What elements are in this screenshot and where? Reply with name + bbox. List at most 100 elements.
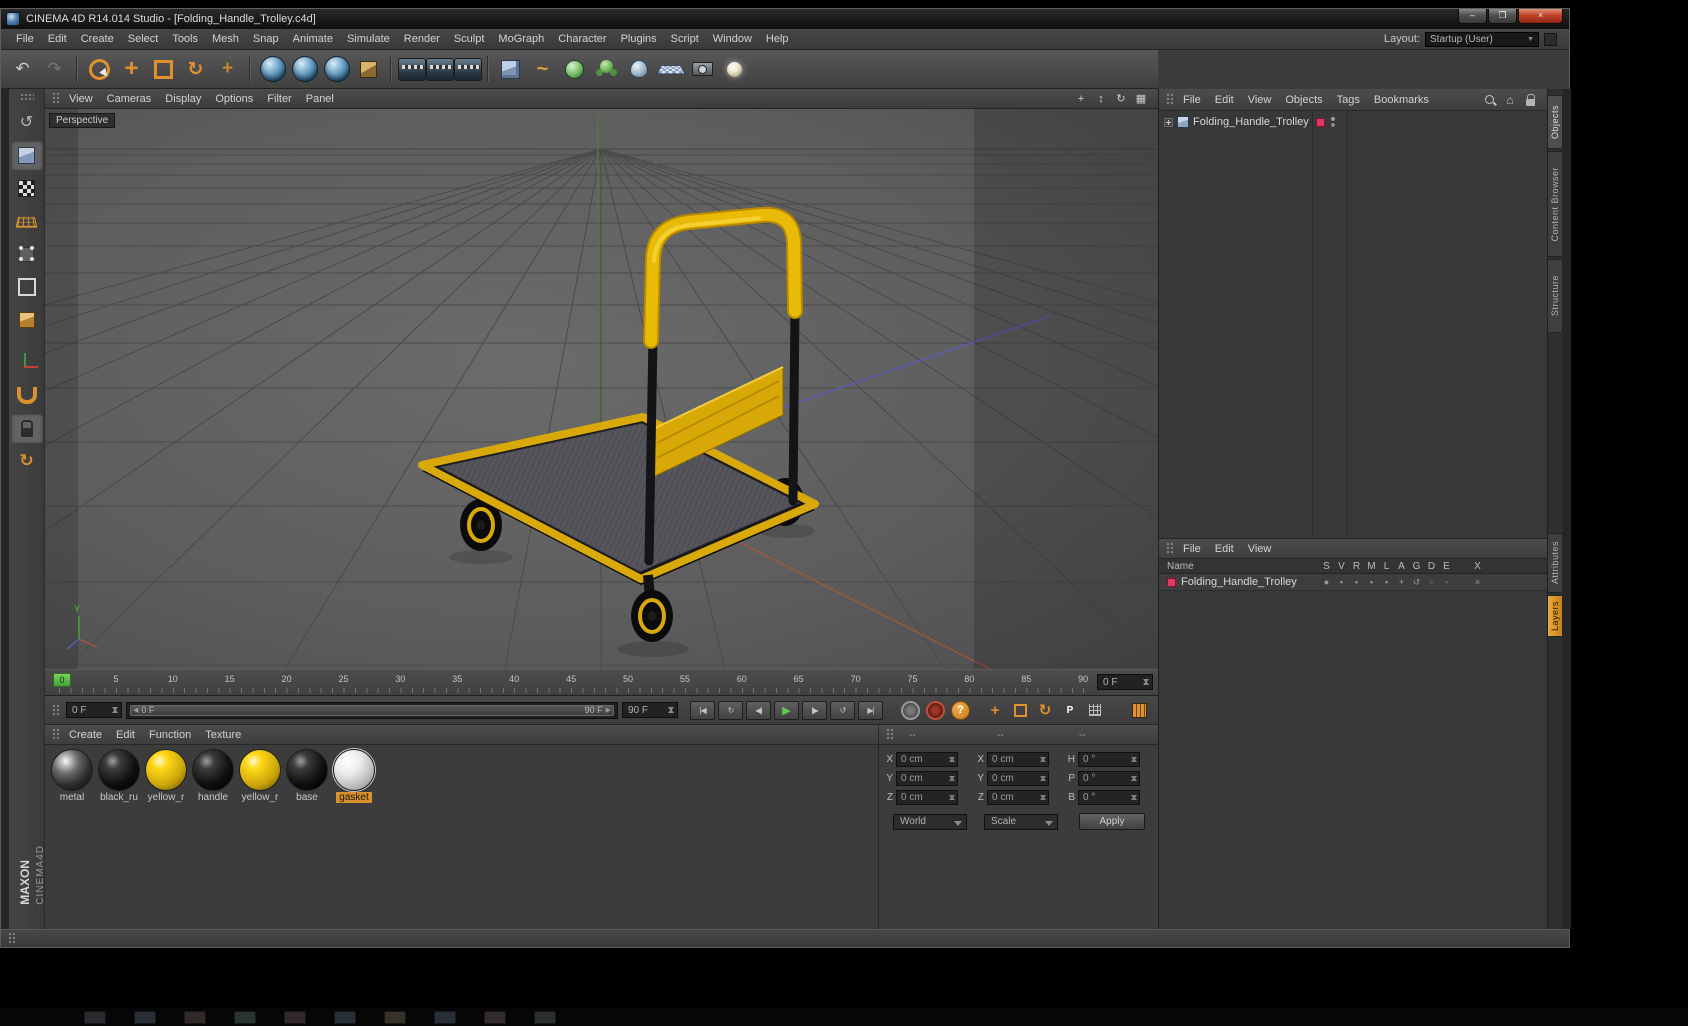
material-preview[interactable]	[145, 749, 187, 791]
viewport-menu-item[interactable]: Panel	[299, 93, 341, 105]
material-preview[interactable]	[333, 749, 375, 791]
layer-xref-icon[interactable]: ×	[1470, 577, 1485, 587]
play-button[interactable]: ▶	[774, 700, 799, 720]
timeline-ruler[interactable]: 0 051015202530354045505560657075808590 0…	[45, 669, 1158, 696]
layer-row[interactable]: Folding_Handle_Trolley ● ▪ ▪ ▪ ▪ + ↺ ◦ ◦ ×	[1159, 574, 1547, 591]
layer-manager-grip[interactable]	[1166, 542, 1173, 555]
viewport-menu-item[interactable]: Filter	[260, 93, 298, 105]
viewport-menu-item[interactable]: Options	[208, 93, 260, 105]
last-tool-icon[interactable]: +	[212, 54, 243, 85]
redo-icon[interactable]: ↷	[39, 54, 70, 85]
viewport-menu-item[interactable]: Display	[158, 93, 208, 105]
material-item[interactable]: base	[284, 749, 330, 803]
viewport-canvas[interactable]: Y	[45, 109, 1158, 669]
workplane-mode-icon[interactable]	[11, 206, 43, 236]
live-selection-icon[interactable]	[84, 54, 115, 85]
pan-view-icon[interactable]: +	[1072, 91, 1090, 107]
layer-dots-icon[interactable]	[1331, 117, 1335, 121]
search-icon[interactable]	[1483, 93, 1497, 107]
goto-start-button[interactable]: |◀	[690, 700, 715, 720]
object-manager-menu-item[interactable]: Objects	[1278, 94, 1329, 106]
menu-item[interactable]: Edit	[41, 33, 74, 45]
lock-icon[interactable]	[1523, 93, 1537, 107]
rotate-tool-icon[interactable]: ↻	[180, 54, 211, 85]
material-tag-icon[interactable]	[1316, 118, 1325, 127]
taskbar-icon[interactable]	[284, 1011, 306, 1024]
object-manager-menu-item[interactable]: View	[1241, 94, 1279, 106]
subdivision-surface-icon[interactable]	[559, 54, 590, 85]
material-preview[interactable]	[51, 749, 93, 791]
render-view-icon[interactable]	[397, 57, 426, 81]
snap-magnet-icon[interactable]	[11, 380, 43, 410]
layer-lock-icon[interactable]: ▪	[1379, 577, 1394, 587]
layer-manager-menu-item[interactable]: File	[1176, 543, 1208, 555]
menu-item[interactable]: Script	[664, 33, 706, 45]
taskbar-icon[interactable]	[84, 1011, 106, 1024]
viewport-grip[interactable]	[52, 92, 59, 105]
menu-item[interactable]: Render	[397, 33, 447, 45]
playhead[interactable]: 0	[53, 673, 71, 687]
taskbar-icon[interactable]	[534, 1011, 556, 1024]
materials-menu-item[interactable]: Create	[62, 729, 109, 741]
coordinate-space-select[interactable]: World	[893, 813, 967, 830]
viewport[interactable]: Perspective Y	[45, 109, 1158, 669]
apply-button[interactable]: Apply	[1079, 813, 1145, 830]
size-mode-select[interactable]: Scale	[984, 813, 1058, 830]
object-manager-menu-item[interactable]: Bookmarks	[1367, 94, 1436, 106]
zoom-view-icon[interactable]: ↕	[1092, 91, 1110, 107]
add-cube-icon[interactable]	[495, 54, 526, 85]
layer-color-chip[interactable]	[1167, 577, 1176, 587]
record-rotation-icon[interactable]: ↻	[1034, 700, 1056, 720]
layout-panel-icon[interactable]	[1544, 32, 1557, 46]
light-icon[interactable]	[719, 54, 750, 85]
taskbar-icon[interactable]	[334, 1011, 356, 1024]
object-manager-grip[interactable]	[1166, 93, 1173, 106]
taskbar-icon[interactable]	[134, 1011, 156, 1024]
preview-range-slider[interactable]: ◀ 0 F 90 F ▶	[126, 701, 618, 719]
viewport-menu-item[interactable]: View	[62, 93, 100, 105]
coordinates-grip[interactable]	[886, 728, 893, 741]
home-icon[interactable]: ⌂	[1503, 93, 1517, 107]
materials-menu-item[interactable]: Edit	[109, 729, 142, 741]
size-x-field[interactable]: 0 cm	[987, 752, 1049, 767]
layer-render-icon[interactable]: ▪	[1349, 577, 1364, 587]
cloner-icon[interactable]	[591, 54, 622, 85]
layer-solo-icon[interactable]: ●	[1319, 577, 1334, 587]
range-start-handle[interactable]: ◀ 0 F	[133, 705, 154, 715]
expand-icon[interactable]	[1164, 117, 1173, 127]
material-item[interactable]: yellow_r	[143, 749, 189, 803]
lock-x-axis-icon[interactable]: X	[257, 54, 288, 85]
object-manager-list[interactable]: Folding_Handle_Trolley	[1159, 111, 1547, 538]
layer-expressions-icon[interactable]: ◦	[1439, 577, 1454, 587]
axis-mode-icon[interactable]	[11, 347, 43, 377]
record-position-icon[interactable]: +	[984, 700, 1006, 720]
material-item[interactable]: black_ru	[96, 749, 142, 803]
taskbar-icon[interactable]	[484, 1011, 506, 1024]
taskbar-icon[interactable]	[434, 1011, 456, 1024]
model-mode-icon[interactable]	[10, 140, 43, 170]
size-y-field[interactable]: 0 cm	[987, 771, 1049, 786]
range-track[interactable]	[130, 704, 614, 716]
undo-icon[interactable]: ↶	[7, 54, 38, 85]
record-parameter-icon[interactable]: P	[1059, 700, 1081, 720]
add-spline-icon[interactable]: ~	[527, 54, 558, 85]
rotation-b-field[interactable]: 0 °	[1078, 790, 1140, 805]
layer-name[interactable]: Folding_Handle_Trolley	[1181, 576, 1297, 588]
loop-mode-button[interactable]: ↻	[718, 700, 743, 720]
menu-item[interactable]: Tools	[165, 33, 205, 45]
render-picture-viewer-icon[interactable]	[425, 57, 454, 81]
material-item[interactable]: metal	[49, 749, 95, 803]
layout-select[interactable]: Startup (User) ▼	[1425, 31, 1539, 47]
points-mode-icon[interactable]	[11, 239, 43, 269]
side-tab[interactable]: Attributes	[1548, 533, 1563, 593]
camera-label[interactable]: Perspective	[49, 113, 116, 128]
menu-item[interactable]: Select	[121, 33, 166, 45]
object-manager-menu-item[interactable]: File	[1176, 94, 1208, 106]
object-row[interactable]: Folding_Handle_Trolley	[1164, 116, 1309, 128]
scale-tool-icon[interactable]	[148, 54, 179, 85]
menu-item[interactable]: Help	[759, 33, 796, 45]
layer-manager-menu-item[interactable]: View	[1241, 543, 1279, 555]
end-frame-field[interactable]: 90 F	[622, 702, 678, 718]
menu-item[interactable]: Animate	[286, 33, 340, 45]
layer-view-icon[interactable]: ▪	[1334, 577, 1349, 587]
